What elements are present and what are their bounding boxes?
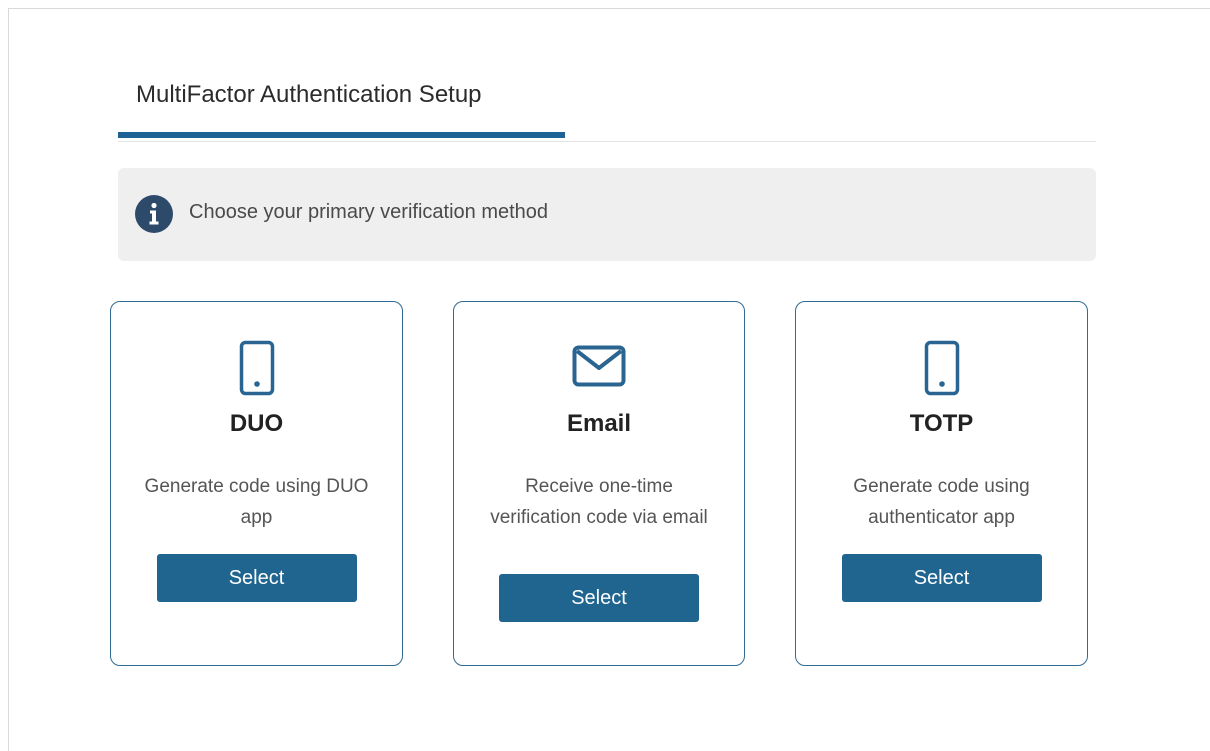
tab-label: MultiFactor Authentication Setup (136, 81, 482, 108)
info-icon (135, 195, 173, 233)
card-description: Generate code using authenticator app (853, 476, 1030, 528)
card-description: Receive one-time verification code via e… (490, 476, 708, 528)
info-banner: Choose your primary verification method (118, 168, 1096, 261)
mobile-phone-icon (239, 340, 274, 396)
method-card-totp: TOTP Generate code using authenticator a… (795, 301, 1088, 666)
method-card-email: Email Receive one-time verification code… (453, 301, 745, 666)
card-title: TOTP (909, 410, 974, 437)
card-title: DUO (229, 410, 284, 437)
method-card-duo: DUO Generate code using DUO app Select (110, 301, 403, 666)
select-duo-button[interactable]: Select (156, 554, 357, 602)
info-text: Choose your primary verification method (189, 201, 549, 223)
select-email-button[interactable]: Select (499, 574, 699, 622)
card-description: Generate code using DUO app (144, 476, 369, 528)
mobile-phone-icon (924, 340, 959, 396)
tab-bar: MultiFactor Authentication Setup (118, 69, 1096, 142)
tab-mfa-setup[interactable]: MultiFactor Authentication Setup (118, 69, 565, 138)
envelope-icon (572, 345, 626, 387)
card-title: Email (566, 410, 632, 437)
mfa-setup-panel: MultiFactor Authentication Setup Choose … (8, 8, 1210, 751)
select-totp-button[interactable]: Select (841, 554, 1042, 602)
